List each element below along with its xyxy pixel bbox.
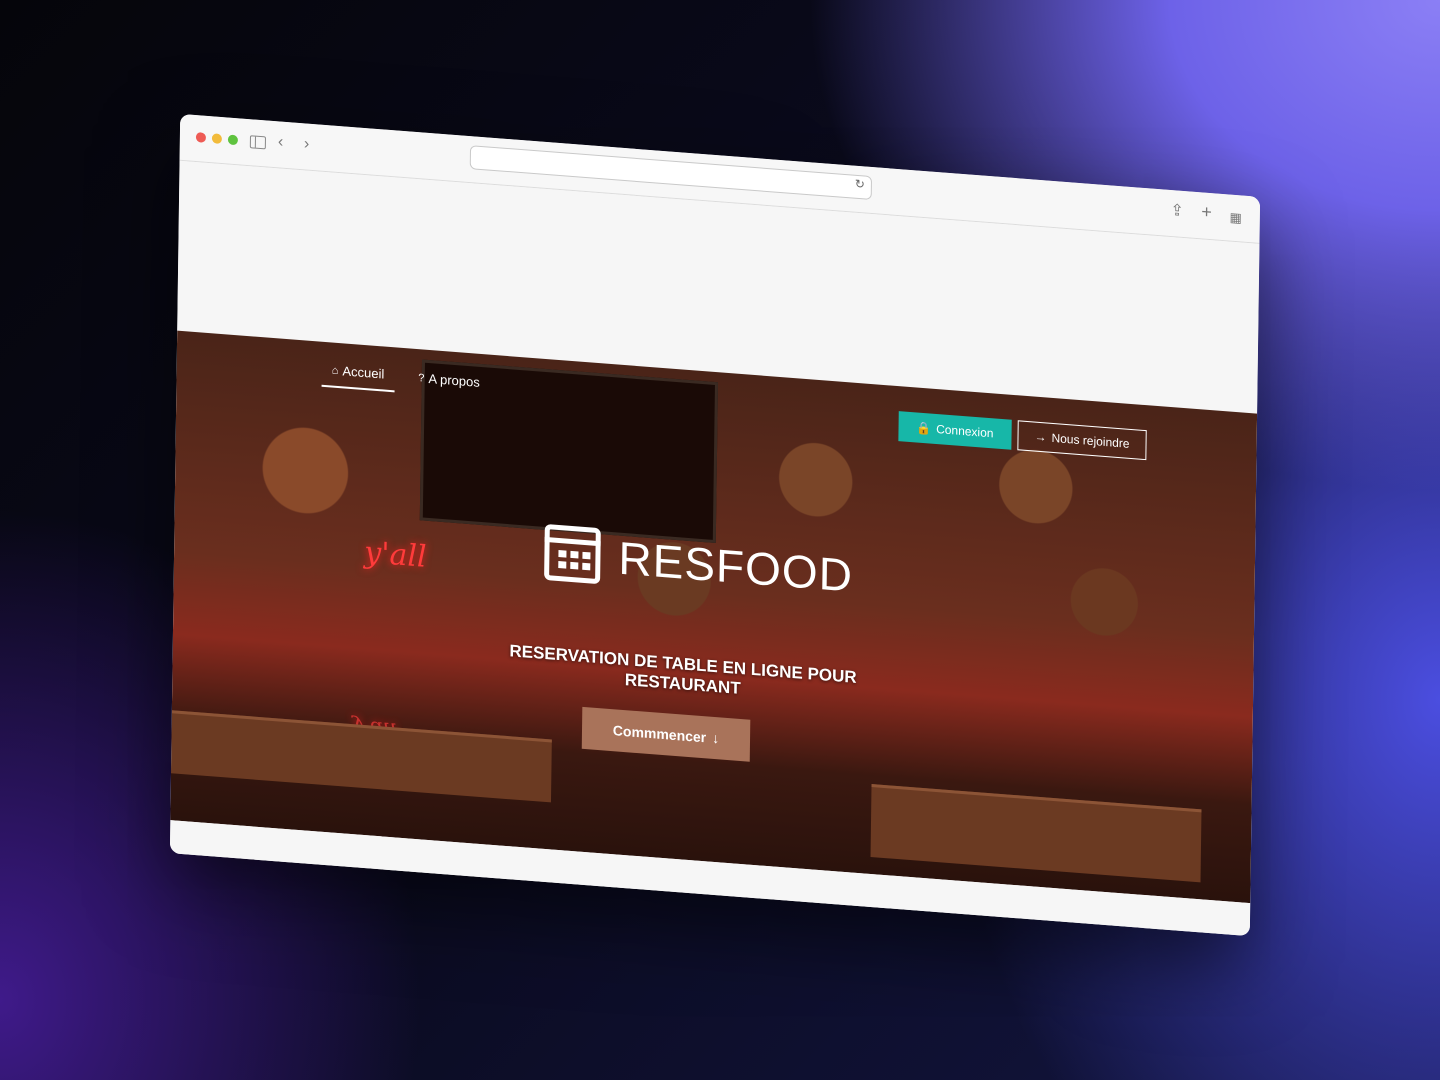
forward-icon[interactable]: › — [304, 134, 310, 154]
new-tab-icon[interactable]: + — [1201, 201, 1212, 222]
tab-overview-icon[interactable]: ▦ — [1229, 208, 1242, 229]
calendar-icon — [544, 523, 601, 585]
hero-section: y'all y'all ⌂ Accueil ? A propos 🔒 Conne… — [170, 330, 1258, 904]
join-button-label: Nous rejoindre — [1051, 430, 1130, 451]
sign-in-icon: → — [1034, 429, 1047, 445]
start-button-label: Commmencer — [612, 722, 707, 746]
restaurant-table-image — [171, 710, 552, 803]
sidebar-toggle-icon[interactable] — [249, 135, 266, 150]
start-button[interactable]: Commmencer ↓ — [581, 706, 751, 762]
hero-tagline: RESERVATION DE TABLE EN LIGNE POUR RESTA… — [509, 641, 857, 698]
brand-name: RESFOOD — [618, 531, 854, 602]
auth-buttons: 🔒 Connexion → Nous rejoindre — [897, 411, 1147, 461]
help-circle-icon: ? — [418, 371, 425, 385]
nav-item-a-propos[interactable]: ? A propos — [418, 369, 480, 399]
maximize-window-button[interactable] — [227, 134, 238, 146]
close-window-button[interactable] — [195, 132, 206, 143]
browser-window: ‹ › ↻ ⇪ + ▦ y'all y'all ⌂ Accueil ? A pr… — [169, 113, 1261, 937]
login-button-label: Connexion — [936, 421, 994, 441]
home-icon: ⌂ — [331, 364, 339, 377]
reload-icon[interactable]: ↻ — [855, 177, 865, 192]
share-icon[interactable]: ⇪ — [1170, 201, 1184, 222]
nav-item-accueil[interactable]: ⌂ Accueil — [321, 361, 395, 393]
minimize-window-button[interactable] — [211, 133, 222, 145]
back-icon[interactable]: ‹ — [278, 132, 284, 152]
login-button[interactable]: 🔒 Connexion — [897, 411, 1012, 450]
neon-sign: y'all — [364, 535, 427, 575]
join-button[interactable]: → Nous rejoindre — [1017, 420, 1147, 461]
nav-item-label: Accueil — [342, 363, 385, 382]
restaurant-table-image — [870, 784, 1202, 883]
arrow-down-icon: ↓ — [712, 729, 720, 747]
nav-item-label: A propos — [428, 370, 480, 390]
brand-logo: RESFOOD — [544, 523, 854, 604]
lock-icon: 🔒 — [916, 420, 932, 436]
